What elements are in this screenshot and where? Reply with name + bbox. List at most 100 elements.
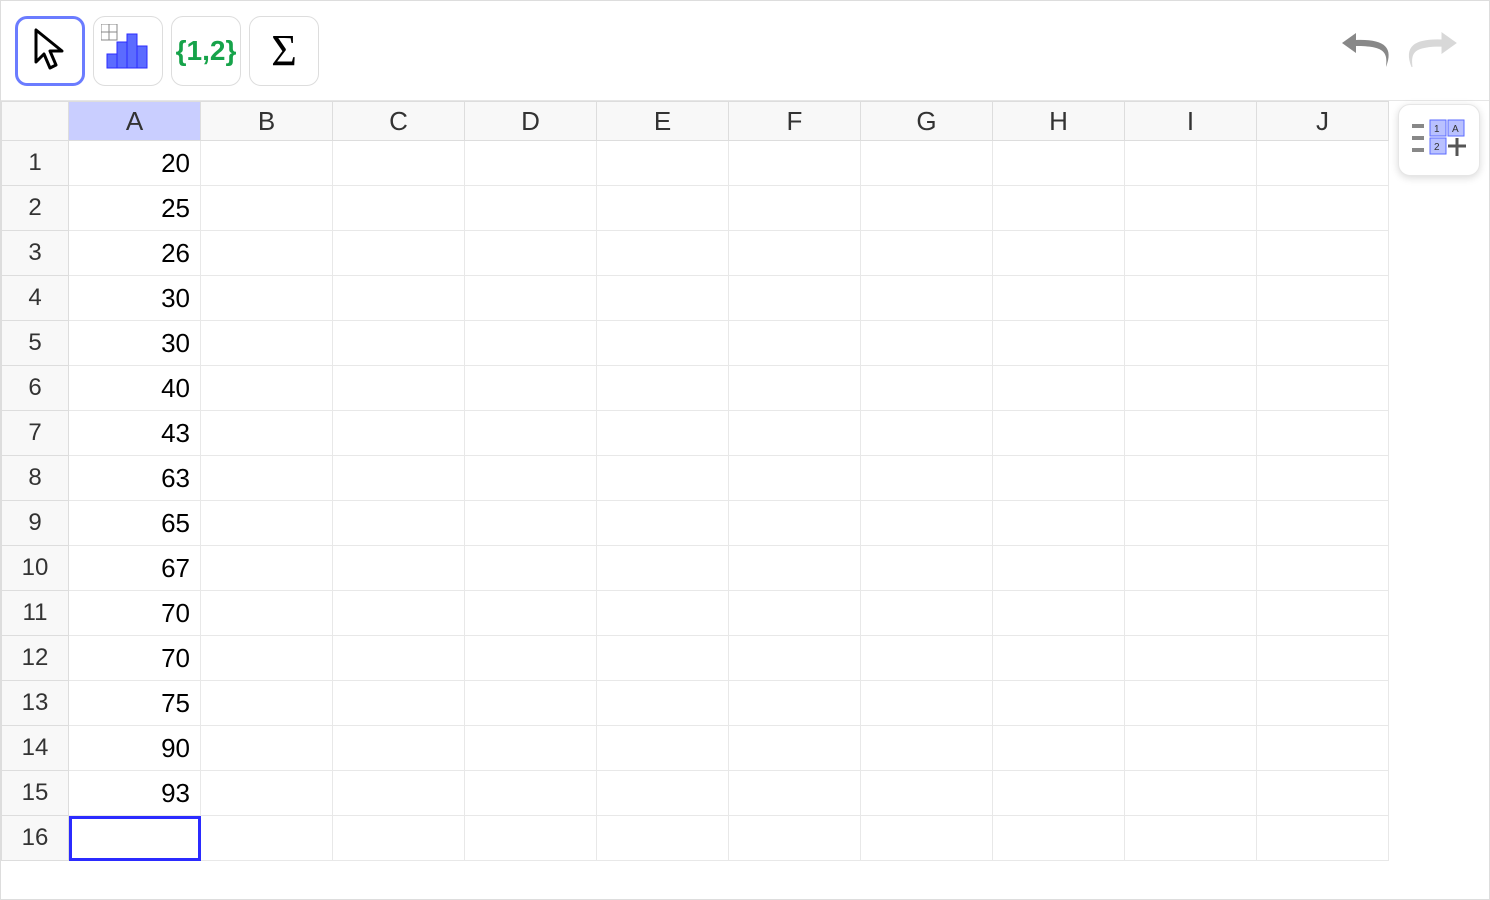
row-header[interactable]: 13 xyxy=(1,681,69,726)
column-header[interactable]: F xyxy=(729,101,861,141)
cell[interactable] xyxy=(861,411,993,456)
cell[interactable] xyxy=(993,231,1125,276)
cell[interactable] xyxy=(861,546,993,591)
cell[interactable] xyxy=(861,636,993,681)
spreadsheet[interactable]: ABCDEFGHIJ 12022532643053064074386396510… xyxy=(1,101,1489,899)
cell[interactable] xyxy=(993,366,1125,411)
cell[interactable] xyxy=(861,366,993,411)
row-header[interactable]: 4 xyxy=(1,276,69,321)
cell[interactable] xyxy=(1125,816,1257,861)
cell[interactable] xyxy=(597,141,729,186)
cell[interactable] xyxy=(1257,366,1389,411)
undo-button[interactable] xyxy=(1339,23,1395,79)
cell[interactable] xyxy=(201,726,333,771)
cell[interactable] xyxy=(861,726,993,771)
cell[interactable] xyxy=(597,231,729,276)
cell[interactable] xyxy=(465,771,597,816)
cell[interactable] xyxy=(597,186,729,231)
panel-toggle-button[interactable]: 1 A 2 xyxy=(1398,104,1480,176)
cell[interactable] xyxy=(465,321,597,366)
cell[interactable] xyxy=(1257,501,1389,546)
cell[interactable] xyxy=(465,456,597,501)
cell[interactable] xyxy=(1125,231,1257,276)
cell[interactable] xyxy=(729,636,861,681)
cell[interactable] xyxy=(333,726,465,771)
cell[interactable] xyxy=(861,276,993,321)
row-header[interactable]: 3 xyxy=(1,231,69,276)
cell[interactable] xyxy=(333,546,465,591)
cell[interactable] xyxy=(1125,681,1257,726)
cell[interactable] xyxy=(201,186,333,231)
cell[interactable] xyxy=(597,456,729,501)
sum-tool-button[interactable]: Σ xyxy=(249,16,319,86)
cell[interactable] xyxy=(465,141,597,186)
cell[interactable] xyxy=(465,681,597,726)
cell[interactable] xyxy=(729,591,861,636)
cell[interactable] xyxy=(1125,546,1257,591)
cell[interactable]: 20 xyxy=(69,141,201,186)
cell[interactable] xyxy=(993,726,1125,771)
cell[interactable] xyxy=(861,681,993,726)
cell[interactable] xyxy=(69,816,201,861)
cell[interactable] xyxy=(597,726,729,771)
cell[interactable] xyxy=(333,501,465,546)
cell[interactable] xyxy=(597,591,729,636)
cell[interactable] xyxy=(729,366,861,411)
cell[interactable] xyxy=(201,321,333,366)
cell[interactable] xyxy=(465,276,597,321)
cell[interactable] xyxy=(597,816,729,861)
row-header[interactable]: 12 xyxy=(1,636,69,681)
cell[interactable] xyxy=(861,501,993,546)
cell[interactable] xyxy=(861,321,993,366)
redo-button[interactable] xyxy=(1403,23,1459,79)
cell[interactable] xyxy=(861,771,993,816)
cell[interactable] xyxy=(333,276,465,321)
cell[interactable] xyxy=(1125,321,1257,366)
cell[interactable] xyxy=(201,276,333,321)
cell[interactable] xyxy=(993,186,1125,231)
row-header[interactable]: 16 xyxy=(1,816,69,861)
cell[interactable] xyxy=(729,771,861,816)
cell[interactable]: 93 xyxy=(69,771,201,816)
cell[interactable] xyxy=(1257,411,1389,456)
cell[interactable] xyxy=(465,546,597,591)
cell[interactable] xyxy=(333,141,465,186)
cell[interactable] xyxy=(597,321,729,366)
row-header[interactable]: 5 xyxy=(1,321,69,366)
column-header[interactable]: G xyxy=(861,101,993,141)
cell[interactable] xyxy=(1125,276,1257,321)
cell[interactable] xyxy=(465,591,597,636)
cell[interactable] xyxy=(333,636,465,681)
row-header[interactable]: 14 xyxy=(1,726,69,771)
cell[interactable] xyxy=(861,816,993,861)
row-header[interactable]: 11 xyxy=(1,591,69,636)
column-header[interactable]: I xyxy=(1125,101,1257,141)
cell[interactable] xyxy=(333,321,465,366)
cell[interactable] xyxy=(1125,501,1257,546)
cell[interactable] xyxy=(729,681,861,726)
cell[interactable] xyxy=(993,546,1125,591)
cell[interactable] xyxy=(861,186,993,231)
cell[interactable] xyxy=(1257,456,1389,501)
cell[interactable] xyxy=(465,816,597,861)
cell[interactable] xyxy=(993,321,1125,366)
cell[interactable] xyxy=(729,321,861,366)
cell[interactable] xyxy=(729,726,861,771)
cell[interactable] xyxy=(201,816,333,861)
one-var-analysis-button[interactable] xyxy=(93,16,163,86)
cell[interactable] xyxy=(1125,726,1257,771)
cell[interactable]: 65 xyxy=(69,501,201,546)
cell[interactable]: 70 xyxy=(69,591,201,636)
cell[interactable] xyxy=(597,546,729,591)
cell[interactable] xyxy=(333,186,465,231)
cell[interactable] xyxy=(201,636,333,681)
column-header[interactable]: A xyxy=(69,101,201,141)
cell[interactable] xyxy=(1257,186,1389,231)
cell[interactable] xyxy=(1125,456,1257,501)
cell[interactable] xyxy=(1125,411,1257,456)
cell[interactable] xyxy=(861,591,993,636)
create-list-button[interactable]: {1,2} xyxy=(171,16,241,86)
cell[interactable] xyxy=(201,456,333,501)
cell[interactable] xyxy=(597,681,729,726)
cell[interactable] xyxy=(729,501,861,546)
